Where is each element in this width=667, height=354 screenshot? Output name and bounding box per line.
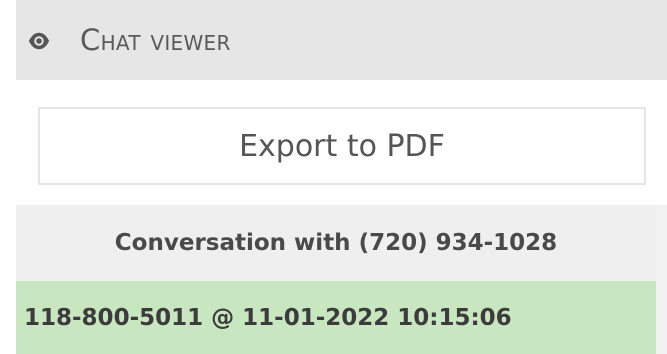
- export-to-pdf-button[interactable]: Export to PDF: [38, 107, 646, 185]
- conversation-thread: Conversation with (720) 934-1028 118-800…: [16, 205, 656, 354]
- toolbar: Export to PDF: [16, 80, 667, 205]
- message-item[interactable]: 118-800-5011 @ 11-01-2022 10:15:06: [16, 281, 656, 354]
- panel-header: Chat viewer: [16, 0, 667, 80]
- panel-title: Chat viewer: [80, 21, 231, 59]
- conversation-title: Conversation with (720) 934-1028: [114, 230, 558, 256]
- message-sender-timestamp: 118-800-5011 @ 11-01-2022 10:15:06: [24, 304, 512, 331]
- chat-viewer-panel: Chat viewer Export to PDF Conversation w…: [16, 0, 667, 354]
- panel-title-rest: hat viewer: [100, 23, 231, 57]
- eye-icon: [28, 32, 50, 50]
- scrollbar[interactable]: [656, 205, 667, 354]
- panel-title-initial: C: [80, 23, 101, 57]
- conversation-header: Conversation with (720) 934-1028: [16, 205, 656, 281]
